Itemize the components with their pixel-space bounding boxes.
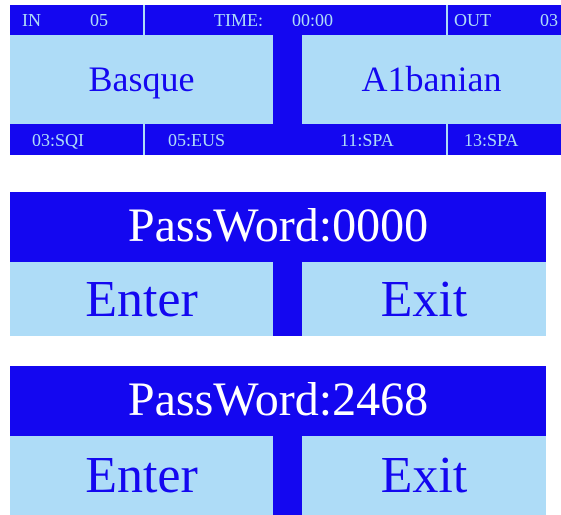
exit-button-label: Exit [380,447,468,504]
enter-button[interactable]: Enter [10,262,273,336]
top-bar-divider [446,5,448,35]
button-separator [273,436,302,515]
code-divider [143,124,145,155]
password-text: PassWord:0000 [127,199,429,252]
source-codes-bar: 03:SQI 05:EUS [10,124,273,155]
target-code-1: 11:SPA [340,130,394,150]
exit-button[interactable]: Exit [302,262,546,336]
enter-button-label: Enter [85,447,198,504]
target-codes-bar: 11:SPA 13:SPA [302,124,561,155]
target-language-box[interactable]: A1banian [302,35,561,124]
exit-button[interactable]: Exit [302,436,546,515]
in-label: IN [22,10,41,30]
password-display-bar: PassWord:0000 [10,192,546,262]
source-code-1: 03:SQI [32,130,85,150]
out-label: OUT [454,10,491,30]
source-code-2: 05:EUS [168,130,226,150]
status-top-bar: IN 05 TIME: 00:00 OUT 03 [10,5,561,35]
source-language-box[interactable]: Basque [10,35,273,124]
out-channel-value: 03 [540,10,558,30]
target-code-2: 13:SPA [464,130,519,150]
code-divider [446,124,448,155]
button-separator [273,262,302,336]
source-language-label: Basque [88,59,195,99]
in-channel-value: 05 [90,10,108,30]
target-language-label: A1banian [361,59,502,99]
enter-button[interactable]: Enter [10,436,273,515]
time-value: 00:00 [292,10,334,30]
language-separator [273,35,302,155]
password-panel-entered: PassWord:2468 Enter Exit [10,366,546,515]
password-text: PassWord:2468 [127,373,429,426]
password-panel-default: PassWord:0000 Enter Exit [10,192,546,336]
exit-button-label: Exit [380,271,468,328]
top-bar-divider [143,5,145,35]
password-display-bar: PassWord:2468 [10,366,546,436]
enter-button-label: Enter [85,271,198,328]
time-label: TIME: [214,10,263,30]
translator-status-panel: IN 05 TIME: 00:00 OUT 03 Basque A1banian… [10,5,561,155]
